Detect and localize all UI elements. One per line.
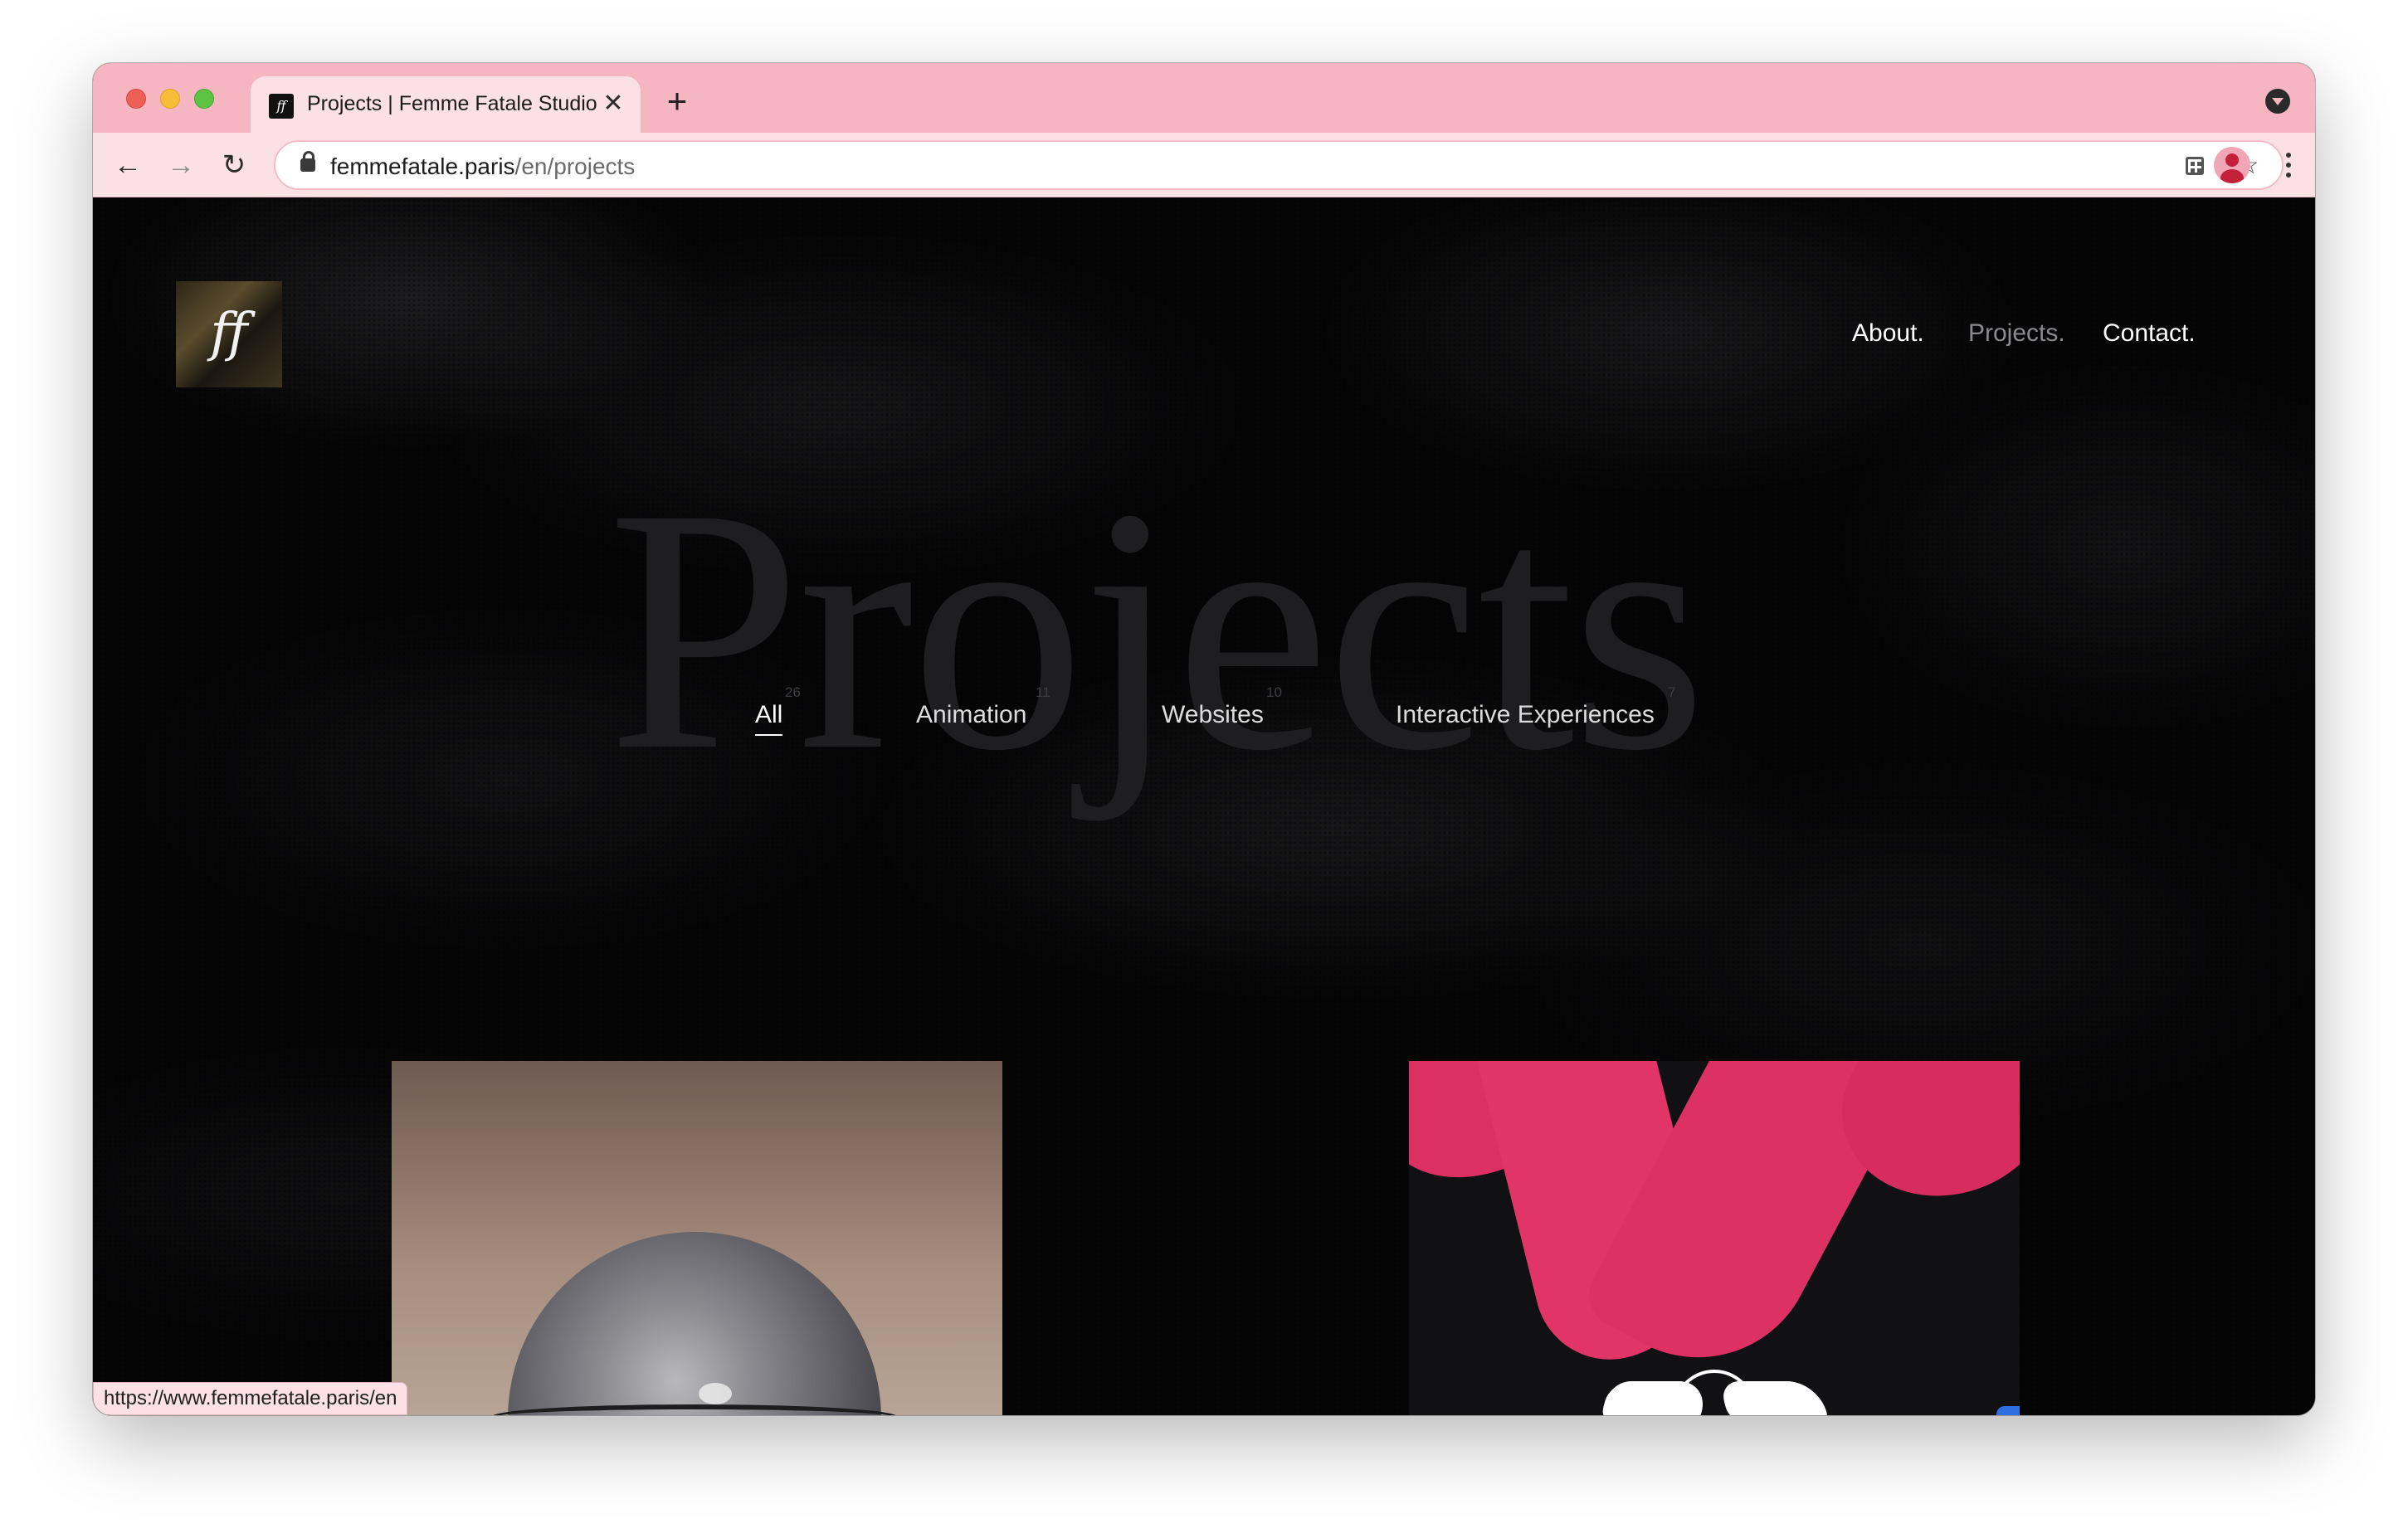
active-tab[interactable]: ff Projects | Femme Fatale Studio ✕ <box>251 76 641 133</box>
profile-avatar-icon[interactable] <box>2214 147 2250 183</box>
nav-contact-link[interactable]: Contact. <box>2103 319 2196 348</box>
tab-close-icon[interactable]: ✕ <box>599 90 627 118</box>
new-tab-button[interactable]: + <box>660 84 694 119</box>
reload-button[interactable]: ↻ <box>216 147 252 183</box>
project-card-redbull[interactable] <box>1409 1061 2020 1415</box>
link-status-bar: https://www.femmefatale.paris/en <box>93 1382 408 1415</box>
browser-toolbar: ← → ↻ femmefatale.paris/en/projects ☆ <box>93 133 2315 197</box>
url-path: /en/projects <box>514 153 636 179</box>
maximize-window-button[interactable] <box>194 89 214 109</box>
qr-code-icon[interactable] <box>2181 152 2209 180</box>
filter-interactive-count: 7 <box>1668 684 1676 700</box>
url-domain: femmefatale.paris <box>330 153 515 179</box>
forward-button[interactable]: → <box>163 147 199 183</box>
close-window-button[interactable] <box>126 89 146 109</box>
back-button[interactable]: ← <box>110 147 146 183</box>
browser-window: ff Projects | Femme Fatale Studio ✕ + ← … <box>93 63 2315 1415</box>
kebab-menu-icon[interactable] <box>2284 148 2293 184</box>
sun-emblem-icon <box>1673 1370 1756 1415</box>
filter-websites[interactable]: Websites <box>1162 701 1264 729</box>
tab-title: Projects | Femme Fatale Studio <box>307 92 597 115</box>
filter-all[interactable]: All <box>755 701 783 736</box>
url-text[interactable]: femmefatale.paris/en/projects <box>330 153 635 180</box>
filter-all-count: 26 <box>785 684 801 700</box>
favicon-icon: ff <box>269 94 294 119</box>
lock-icon[interactable] <box>300 151 315 172</box>
tab-strip: ff Projects | Femme Fatale Studio ✕ + <box>93 63 2315 133</box>
address-bar[interactable]: femmefatale.paris/en/projects ☆ <box>274 140 2284 190</box>
site-logo[interactable]: ff <box>176 281 282 387</box>
hero-title: Projects <box>607 436 1707 822</box>
dome-image <box>508 1232 881 1415</box>
filter-animation[interactable]: Animation <box>916 701 1026 729</box>
filter-websites-count: 10 <box>1266 684 1282 700</box>
filter-interactive-experiences[interactable]: Interactive Experiences <box>1396 701 1655 729</box>
page-viewport: ff About. Projects. Contact. Projects Al… <box>93 198 2315 1415</box>
minimize-window-button[interactable] <box>160 89 180 109</box>
tab-search-icon[interactable] <box>2265 89 2290 114</box>
nav-about-link[interactable]: About. <box>1852 319 1924 348</box>
filter-animation-count: 11 <box>1036 684 1050 700</box>
project-card-dome[interactable] <box>392 1061 1002 1415</box>
nav-projects-link[interactable]: Projects. <box>1968 319 2065 348</box>
